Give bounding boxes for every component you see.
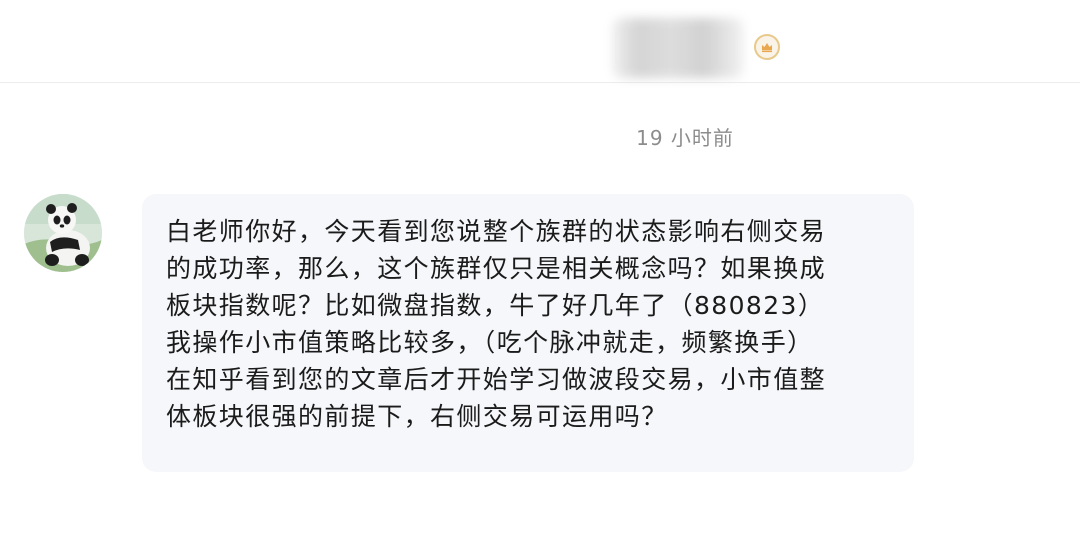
message-line: 我操作小市值策略比较多，（吃个脉冲就走，频繁换手） [166, 328, 814, 357]
avatar[interactable] [24, 194, 102, 272]
chat-header [0, 0, 1080, 83]
message-timestamp: 19 小时前 [636, 126, 734, 150]
message-bubble[interactable]: 白老师你好，今天看到您说整个族群的状态影响右侧交易 的成功率，那么，这个族群仅只… [142, 194, 914, 472]
message-line: 板块指数呢？比如微盘指数，牛了好几年了（880823） [166, 291, 825, 320]
contact-name-blurred[interactable] [612, 18, 744, 78]
panda-avatar-icon [24, 194, 102, 272]
crown-badge-icon [754, 34, 780, 60]
message-line: 白老师你好，今天看到您说整个族群的状态影响右侧交易 [166, 217, 827, 246]
message-line: 在知乎看到您的文章后才开始学习做波段交易，小市值整 [166, 365, 827, 394]
message-line: 体板块很强的前提下，右侧交易可运用吗？ [166, 402, 668, 431]
message-line: 的成功率，那么，这个族群仅只是相关概念吗？如果换成 [166, 254, 827, 283]
